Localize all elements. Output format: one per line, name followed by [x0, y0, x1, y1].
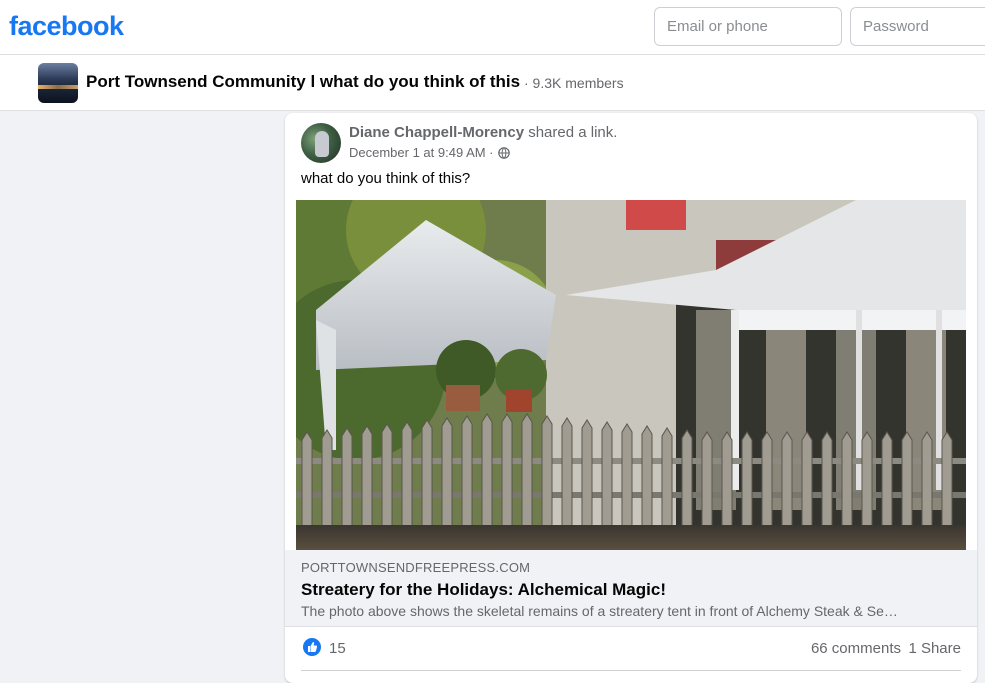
password-field[interactable] [850, 7, 985, 46]
email-field[interactable] [654, 7, 842, 46]
shares-count[interactable]: 1 Share [908, 640, 961, 657]
post-card: Diane Chappell-Morency shared a link. De… [285, 113, 977, 683]
reactions-bar: 15 66 comments 1 Share [285, 626, 977, 670]
link-title[interactable]: Streatery for the Holidays: Alchemical M… [301, 580, 666, 600]
like-count[interactable]: 15 [329, 640, 346, 657]
author-name[interactable]: Diane Chappell-Morency [349, 124, 524, 141]
author-avatar[interactable] [301, 123, 341, 163]
group-header: Port Townsend Community l what do you th… [0, 55, 985, 111]
post-meta: December 1 at 9:49 AM · [349, 145, 510, 160]
top-bar: facebook [0, 0, 985, 55]
group-name[interactable]: Port Townsend Community l what do you th… [86, 72, 520, 92]
link-domain: PORTTOWNSENDFREEPRESS.COM [301, 560, 531, 575]
link-preview-image[interactable] [296, 200, 966, 550]
post-author-line: Diane Chappell-Morency shared a link. [349, 124, 617, 141]
comments-count[interactable]: 66 comments [811, 640, 901, 657]
post-timestamp[interactable]: December 1 at 9:49 AM · [349, 145, 494, 160]
globe-icon [497, 146, 510, 159]
facebook-logo[interactable]: facebook [9, 11, 124, 42]
post-action-text: shared a link. [528, 124, 618, 141]
link-preview-info[interactable]: PORTTOWNSENDFREEPRESS.COM Streatery for … [285, 550, 977, 627]
link-description: The photo above shows the skeletal remai… [301, 603, 898, 619]
post-text: what do you think of this? [301, 170, 471, 187]
group-avatar[interactable] [38, 63, 78, 103]
group-member-count: · 9.3K members [524, 75, 624, 91]
like-icon[interactable] [303, 638, 321, 656]
